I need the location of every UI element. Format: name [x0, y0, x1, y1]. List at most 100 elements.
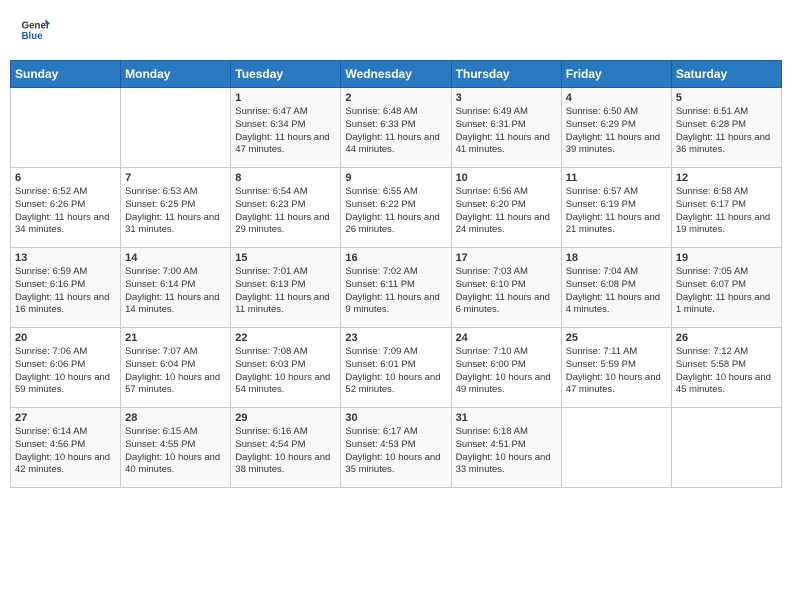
calendar-week-row: 13 Sunrise: 6:59 AMSunset: 6:16 PMDayligh…	[11, 248, 782, 328]
col-header-saturday: Saturday	[671, 61, 781, 88]
day-info: Sunrise: 7:00 AMSunset: 6:14 PMDaylight:…	[125, 266, 226, 317]
col-header-friday: Friday	[561, 61, 671, 88]
day-number: 18	[566, 252, 667, 264]
day-info: Sunrise: 6:49 AMSunset: 6:31 PMDaylight:…	[456, 106, 557, 157]
day-info: Sunrise: 6:53 AMSunset: 6:25 PMDaylight:…	[125, 186, 226, 237]
day-number: 9	[345, 172, 446, 184]
day-number: 27	[15, 412, 116, 424]
day-number: 8	[235, 172, 336, 184]
calendar-cell: 12Sunrise: 6:58 AMSunset: 6:17 PMDayligh…	[671, 168, 781, 248]
day-info: Sunrise: 6:55 AMSunset: 6:22 PMDaylight:…	[345, 186, 446, 237]
day-info: Sunrise: 7:03 AMSunset: 6:10 PMDaylight:…	[456, 266, 557, 317]
day-info: Sunrise: 6:56 AMSunset: 6:20 PMDaylight:…	[456, 186, 557, 237]
logo: General Blue	[20, 15, 52, 45]
day-number: 4	[566, 92, 667, 104]
day-number: 7	[125, 172, 226, 184]
day-info: Sunrise: 7:06 AMSunset: 6:06 PMDaylight:…	[15, 346, 116, 397]
calendar-cell: 31 Sunrise: 6:18 AMSunset: 4:51 PMDayligh…	[451, 408, 561, 488]
day-number: 19	[676, 252, 777, 264]
calendar-cell: 18 Sunrise: 7:04 AMSunset: 6:08 PMDayligh…	[561, 248, 671, 328]
calendar-cell: 23 Sunrise: 7:09 AMSunset: 6:01 PMDayligh…	[341, 328, 451, 408]
day-info: Sunrise: 7:08 AMSunset: 6:03 PMDaylight:…	[235, 346, 336, 397]
day-info: Sunrise: 6:47 AMSunset: 6:34 PMDaylight:…	[235, 106, 336, 157]
day-number: 13	[15, 252, 116, 264]
calendar-cell: 11Sunrise: 6:57 AMSunset: 6:19 PMDayligh…	[561, 168, 671, 248]
day-number: 10	[456, 172, 557, 184]
day-info: Sunrise: 6:59 AMSunset: 6:16 PMDaylight:…	[15, 266, 116, 317]
calendar-cell	[11, 88, 121, 168]
day-info: Sunrise: 6:54 AMSunset: 6:23 PMDaylight:…	[235, 186, 336, 237]
day-number: 28	[125, 412, 226, 424]
day-number: 20	[15, 332, 116, 344]
calendar-cell: 10 Sunrise: 6:56 AMSunset: 6:20 PMDayligh…	[451, 168, 561, 248]
calendar-cell: 17Sunrise: 7:03 AMSunset: 6:10 PMDayligh…	[451, 248, 561, 328]
day-info: Sunrise: 6:57 AMSunset: 6:19 PMDaylight:…	[566, 186, 667, 237]
day-info: Sunrise: 7:07 AMSunset: 6:04 PMDaylight:…	[125, 346, 226, 397]
day-number: 12	[676, 172, 777, 184]
calendar-cell: 13 Sunrise: 6:59 AMSunset: 6:16 PMDayligh…	[11, 248, 121, 328]
calendar-week-row: 20 Sunrise: 7:06 AMSunset: 6:06 PMDayligh…	[11, 328, 782, 408]
day-number: 5	[676, 92, 777, 104]
calendar-cell	[121, 88, 231, 168]
calendar-cell: 6 Sunrise: 6:52 AMSunset: 6:26 PMDaylight…	[11, 168, 121, 248]
calendar-week-row: 27 Sunrise: 6:14 AMSunset: 4:56 PMDayligh…	[11, 408, 782, 488]
day-number: 26	[676, 332, 777, 344]
calendar-cell: 8 Sunrise: 6:54 AMSunset: 6:23 PMDaylight…	[231, 168, 341, 248]
day-number: 15	[235, 252, 336, 264]
day-info: Sunrise: 6:52 AMSunset: 6:26 PMDaylight:…	[15, 186, 116, 237]
logo-icon: General Blue	[20, 15, 50, 45]
day-info: Sunrise: 7:09 AMSunset: 6:01 PMDaylight:…	[345, 346, 446, 397]
day-info: Sunrise: 6:50 AMSunset: 6:29 PMDaylight:…	[566, 106, 667, 157]
calendar-cell: 14Sunrise: 7:00 AMSunset: 6:14 PMDayligh…	[121, 248, 231, 328]
col-header-wednesday: Wednesday	[341, 61, 451, 88]
day-info: Sunrise: 7:01 AMSunset: 6:13 PMDaylight:…	[235, 266, 336, 317]
day-number: 29	[235, 412, 336, 424]
page-header: General Blue	[10, 10, 782, 50]
calendar-cell: 29 Sunrise: 6:16 AMSunset: 4:54 PMDayligh…	[231, 408, 341, 488]
day-number: 24	[456, 332, 557, 344]
day-info: Sunrise: 7:04 AMSunset: 6:08 PMDaylight:…	[566, 266, 667, 317]
day-number: 30	[345, 412, 446, 424]
col-header-tuesday: Tuesday	[231, 61, 341, 88]
day-number: 3	[456, 92, 557, 104]
col-header-monday: Monday	[121, 61, 231, 88]
calendar-cell: 5Sunrise: 6:51 AMSunset: 6:28 PMDaylight…	[671, 88, 781, 168]
calendar-cell: 1 Sunrise: 6:47 AMSunset: 6:34 PMDaylight…	[231, 88, 341, 168]
calendar-cell	[671, 408, 781, 488]
day-number: 25	[566, 332, 667, 344]
day-number: 31	[456, 412, 557, 424]
day-number: 21	[125, 332, 226, 344]
calendar-cell: 24 Sunrise: 7:10 AMSunset: 6:00 PMDayligh…	[451, 328, 561, 408]
calendar-cell: 26 Sunrise: 7:12 AMSunset: 5:58 PMDayligh…	[671, 328, 781, 408]
calendar-cell: 19Sunrise: 7:05 AMSunset: 6:07 PMDayligh…	[671, 248, 781, 328]
day-info: Sunrise: 7:10 AMSunset: 6:00 PMDaylight:…	[456, 346, 557, 397]
day-info: Sunrise: 6:14 AMSunset: 4:56 PMDaylight:…	[15, 426, 116, 477]
calendar-week-row: 1 Sunrise: 6:47 AMSunset: 6:34 PMDaylight…	[11, 88, 782, 168]
calendar-cell	[561, 408, 671, 488]
calendar-week-row: 6 Sunrise: 6:52 AMSunset: 6:26 PMDaylight…	[11, 168, 782, 248]
day-info: Sunrise: 7:02 AMSunset: 6:11 PMDaylight:…	[345, 266, 446, 317]
day-info: Sunrise: 6:16 AMSunset: 4:54 PMDaylight:…	[235, 426, 336, 477]
day-info: Sunrise: 6:17 AMSunset: 4:53 PMDaylight:…	[345, 426, 446, 477]
svg-text:Blue: Blue	[22, 31, 44, 42]
day-number: 22	[235, 332, 336, 344]
day-number: 16	[345, 252, 446, 264]
day-number: 23	[345, 332, 446, 344]
day-info: Sunrise: 6:18 AMSunset: 4:51 PMDaylight:…	[456, 426, 557, 477]
col-header-sunday: Sunday	[11, 61, 121, 88]
calendar-cell: 15 Sunrise: 7:01 AMSunset: 6:13 PMDayligh…	[231, 248, 341, 328]
calendar-cell: 25Sunrise: 7:11 AMSunset: 5:59 PMDayligh…	[561, 328, 671, 408]
calendar-cell: 16 Sunrise: 7:02 AMSunset: 6:11 PMDayligh…	[341, 248, 451, 328]
calendar-cell: 27 Sunrise: 6:14 AMSunset: 4:56 PMDayligh…	[11, 408, 121, 488]
calendar-cell: 4 Sunrise: 6:50 AMSunset: 6:29 PMDaylight…	[561, 88, 671, 168]
calendar-cell: 22 Sunrise: 7:08 AMSunset: 6:03 PMDayligh…	[231, 328, 341, 408]
calendar-cell: 2Sunrise: 6:48 AMSunset: 6:33 PMDaylight…	[341, 88, 451, 168]
calendar-cell: 21 Sunrise: 7:07 AMSunset: 6:04 PMDayligh…	[121, 328, 231, 408]
calendar-cell: 30 Sunrise: 6:17 AMSunset: 4:53 PMDayligh…	[341, 408, 451, 488]
calendar-cell: 9 Sunrise: 6:55 AMSunset: 6:22 PMDaylight…	[341, 168, 451, 248]
day-number: 1	[235, 92, 336, 104]
day-info: Sunrise: 7:12 AMSunset: 5:58 PMDaylight:…	[676, 346, 777, 397]
day-number: 6	[15, 172, 116, 184]
calendar-cell: 28Sunrise: 6:15 AMSunset: 4:55 PMDayligh…	[121, 408, 231, 488]
day-number: 2	[345, 92, 446, 104]
